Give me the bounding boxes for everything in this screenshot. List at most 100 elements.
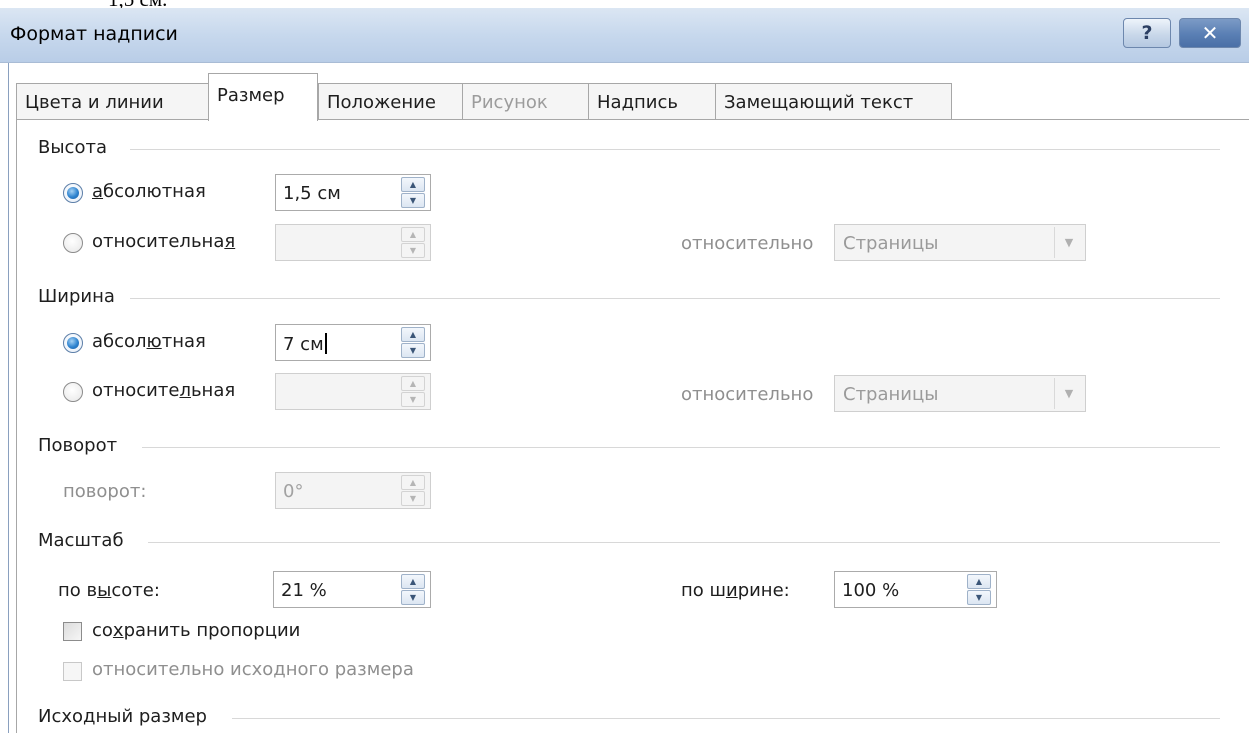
text-caret — [324, 333, 327, 354]
label-rest: рине: — [737, 580, 790, 601]
spin-up-icon: ▲ — [401, 227, 425, 242]
help-button[interactable]: ? — [1123, 18, 1171, 48]
spin-down-icon[interactable]: ▼ — [401, 590, 425, 605]
title-bar: Формат надписи ? ✕ — [0, 8, 1249, 63]
scale-height-value: 21 % — [281, 580, 327, 601]
lock-aspect-label: сохранить пропорции — [92, 620, 301, 641]
spin-up-icon: ▲ — [401, 376, 425, 391]
tab-alt-text[interactable]: Замещающий текст — [715, 83, 952, 120]
spin-up-icon[interactable]: ▲ — [401, 574, 425, 589]
tab-label: Положение — [327, 92, 436, 113]
width-relative-to-label: относительно — [681, 384, 814, 405]
label-rest: ранить пропорции — [123, 620, 301, 641]
tab-picture: Рисунок — [462, 83, 589, 120]
scale-width-value: 100 % — [842, 580, 900, 601]
close-icon: ✕ — [1201, 21, 1219, 45]
label-rest: бсолютная — [103, 181, 206, 202]
spin-down-icon: ▼ — [401, 491, 425, 506]
relative-original-label: относительно исходного размера — [92, 659, 414, 680]
spin-up-icon: ▲ — [401, 475, 425, 490]
spin-up-icon[interactable]: ▲ — [967, 574, 991, 589]
spin-down-icon[interactable]: ▼ — [401, 193, 425, 208]
scale-height-spinner: ▲ ▼ — [401, 574, 425, 605]
scale-width-input[interactable]: 100 % ▲ ▼ — [834, 571, 997, 608]
label-rest: по в — [58, 580, 98, 601]
section-divider — [130, 149, 1220, 150]
tab-label: Цвета и линии — [25, 92, 164, 113]
rotation-label: поворот: — [63, 481, 147, 502]
help-icon: ? — [1141, 22, 1153, 44]
width-relative-input: ▲ ▼ — [275, 373, 431, 410]
label-rest: по ш — [681, 580, 726, 601]
width-absolute-input[interactable]: 7 см ▲ ▼ — [275, 324, 431, 361]
height-relative-to-select: Страницы ▼ — [834, 224, 1086, 261]
width-absolute-spinner: ▲ ▼ — [401, 327, 425, 358]
tab-label: Рисунок — [471, 92, 548, 113]
section-divider — [130, 298, 1220, 299]
scale-height-label: по высоте: — [58, 580, 160, 601]
tab-size[interactable]: Размер — [208, 73, 318, 121]
spin-down-icon: ▼ — [401, 392, 425, 407]
height-relative-spinner: ▲ ▼ — [401, 227, 425, 258]
label-rest: относительна — [92, 231, 225, 252]
width-absolute-value-wrap: 7 см — [283, 333, 327, 355]
scale-width-label: по ширине: — [681, 580, 790, 601]
height-relative-to-label: относительно — [681, 233, 814, 254]
tab-label: Надпись — [597, 92, 678, 113]
lock-aspect-checkbox[interactable] — [63, 622, 82, 641]
label-rest: соте: — [111, 580, 160, 601]
spin-down-icon: ▼ — [401, 243, 425, 258]
width-absolute-radio[interactable] — [63, 333, 83, 353]
label-rest: со — [92, 620, 113, 641]
close-button[interactable]: ✕ — [1179, 18, 1241, 48]
label-rest: ьная — [190, 380, 236, 401]
relative-original-checkbox — [63, 662, 82, 681]
section-divider — [148, 542, 1220, 543]
width-relative-to-value: Страницы — [843, 384, 939, 405]
chevron-down-icon: ▼ — [1054, 378, 1083, 409]
width-absolute-label: абсолютная — [92, 331, 206, 352]
width-relative-spinner: ▲ ▼ — [401, 376, 425, 407]
chevron-down-icon: ▼ — [1054, 227, 1083, 258]
section-scale-title: Масштаб — [38, 530, 124, 551]
width-relative-radio[interactable] — [63, 382, 83, 402]
label-rest: относите — [92, 380, 180, 401]
height-relative-input: ▲ ▼ — [275, 224, 431, 261]
spin-up-icon[interactable]: ▲ — [401, 327, 425, 342]
tab-label: Замещающий текст — [724, 92, 914, 113]
rotation-value: 0° — [283, 481, 304, 502]
height-relative-label: относительная — [92, 231, 236, 252]
height-absolute-radio[interactable] — [63, 183, 83, 203]
spin-down-icon[interactable]: ▼ — [401, 343, 425, 358]
section-divider — [232, 718, 1220, 719]
height-relative-radio[interactable] — [63, 233, 83, 253]
tab-colors-lines[interactable]: Цвета и линии — [16, 83, 210, 120]
document-text: 1,5 см. — [108, 0, 167, 8]
height-absolute-spinner: ▲ ▼ — [401, 177, 425, 208]
scale-height-input[interactable]: 21 % ▲ ▼ — [273, 571, 431, 608]
window-title: Формат надписи — [10, 23, 178, 45]
width-absolute-value: 7 см — [283, 334, 324, 355]
height-absolute-value: 1,5 см — [283, 183, 341, 204]
scale-width-spinner: ▲ ▼ — [967, 574, 991, 605]
rotation-input: 0° ▲ ▼ — [275, 472, 431, 509]
rotation-spinner: ▲ ▼ — [401, 475, 425, 506]
section-height-title: Высота — [38, 137, 107, 158]
width-relative-to-select: Страницы ▼ — [834, 375, 1086, 412]
document-background: 1,5 см. — [0, 0, 1249, 8]
height-absolute-input[interactable]: 1,5 см ▲ ▼ — [275, 174, 431, 211]
section-width-title: Ширина — [38, 286, 115, 307]
tab-label: Размер — [217, 85, 285, 106]
width-relative-label: относительная — [92, 380, 236, 401]
height-relative-to-value: Страницы — [843, 233, 939, 254]
section-divider — [142, 447, 1220, 448]
label-rest: тная — [161, 331, 206, 352]
section-original-title: Исходный размер — [38, 706, 207, 727]
section-rotation-title: Поворот — [38, 435, 118, 456]
spin-down-icon[interactable]: ▼ — [967, 590, 991, 605]
tab-position[interactable]: Положение — [318, 83, 463, 120]
spin-up-icon[interactable]: ▲ — [401, 177, 425, 192]
height-absolute-label: абсолютная — [92, 181, 206, 202]
tab-textbox[interactable]: Надпись — [588, 83, 716, 120]
label-rest: абсол — [92, 331, 147, 352]
